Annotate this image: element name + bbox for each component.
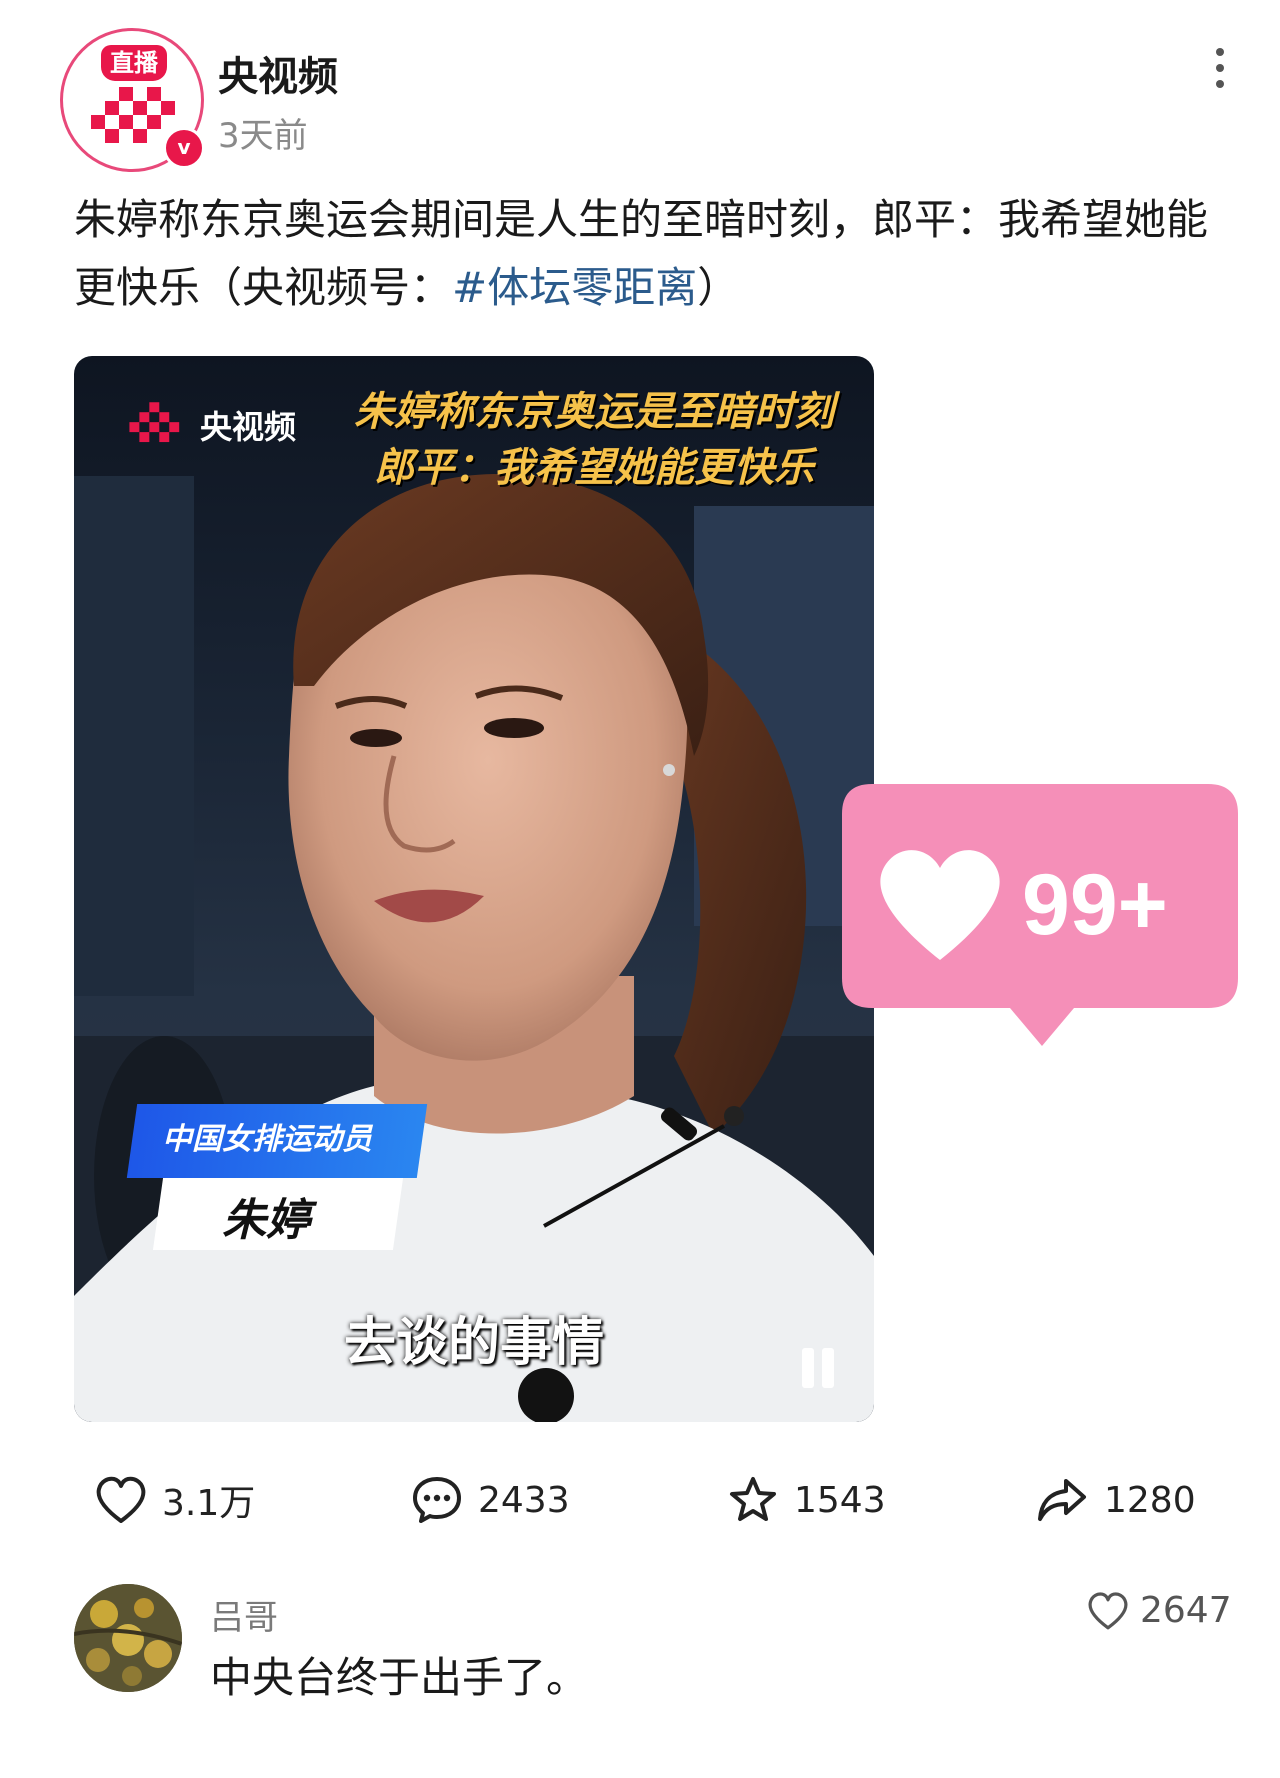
comment-button[interactable]: 2433: [410, 1470, 570, 1530]
comment-icon: [413, 1477, 461, 1523]
cctv-video-logo-icon: [129, 402, 180, 443]
video-watermark-logo: 央视频: [128, 402, 296, 448]
post-text-end: ）: [697, 263, 740, 312]
like-count: 3.1万: [162, 1483, 256, 1524]
video-player[interactable]: 央视频 朱婷称东京奥运是至暗时刻 郎平：我希望她能更快乐 中国女排运动员 朱婷 …: [74, 356, 874, 1422]
favorite-count: 1543: [794, 1479, 886, 1521]
name-tag-person: 朱婷: [222, 1195, 310, 1246]
hashtag-link[interactable]: #体坛零距离: [452, 263, 697, 312]
comment-like-count: 2647: [1140, 1590, 1232, 1631]
comment-like-button[interactable]: 2647: [1086, 1590, 1232, 1631]
account-name[interactable]: 央视频: [218, 44, 338, 102]
action-bar: 3.1万 2433 1543 1280: [14, 1470, 1264, 1530]
post-card: 直播 v 央视频 3天前 朱婷称东京奥运会期间是人生的至暗时刻，郎平：我希望她能…: [14, 0, 1264, 1740]
video-headline: 朱婷称东京奥运是至暗时刻 郎平：我希望她能更快乐: [324, 384, 864, 496]
video-headline-line2: 郎平：我希望她能更快乐: [374, 445, 814, 491]
post-time: 3天前: [218, 116, 308, 156]
video-logo-text: 央视频: [200, 408, 297, 446]
share-button[interactable]: 1280: [1034, 1470, 1196, 1530]
more-options-icon[interactable]: [1208, 48, 1232, 98]
like-count-bubble: 99+: [842, 784, 1238, 1046]
video-headline-line1: 朱婷称东京奥运是至暗时刻: [354, 389, 834, 435]
name-tag-role: 中国女排运动员: [162, 1122, 372, 1157]
heart-icon: [1088, 1591, 1128, 1629]
commenter-avatar[interactable]: [74, 1584, 182, 1692]
pause-button[interactable]: [802, 1348, 842, 1392]
like-button[interactable]: 3.1万: [94, 1470, 255, 1530]
share-count: 1280: [1104, 1479, 1196, 1521]
commenter-avatar-image: [74, 1584, 182, 1692]
comment-text: 中央台终于出手了。: [210, 1653, 589, 1702]
name-tag: 中国女排运动员 朱婷: [126, 1104, 452, 1254]
share-icon: [1038, 1479, 1086, 1521]
comment-count: 2433: [478, 1479, 570, 1521]
video-frame-illustration: [74, 473, 874, 1422]
heart-icon: [96, 1476, 146, 1523]
comment-author[interactable]: 吕哥: [210, 1590, 278, 1639]
account-avatar[interactable]: 直播 v: [60, 28, 205, 172]
post-text: 朱婷称东京奥运会期间是人生的至暗时刻，郎平：我希望她能更快乐（央视频号：#体坛零…: [74, 186, 1234, 322]
verified-badge: v: [163, 127, 205, 169]
star-icon: [730, 1477, 776, 1521]
video-subtitle: 去谈的事情: [343, 1313, 604, 1373]
live-badge: 直播: [101, 45, 167, 81]
favorite-button[interactable]: 1543: [726, 1470, 886, 1530]
like-bubble-label: 99+: [1022, 857, 1168, 953]
